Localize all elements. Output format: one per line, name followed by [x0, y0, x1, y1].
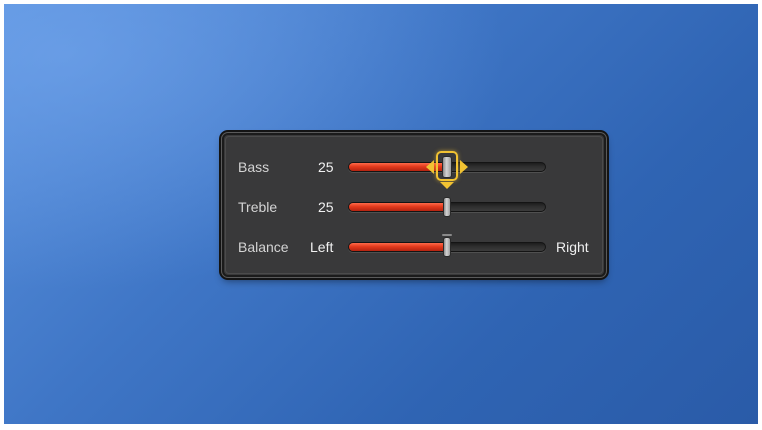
audio-settings-panel: Bass 25 Treble 25 Balance Left Right — [222, 133, 606, 277]
balance-center-tick — [442, 234, 452, 236]
treble-value: 25 — [318, 199, 334, 215]
balance-slider-thumb[interactable] — [443, 237, 451, 257]
bass-slider-thumb[interactable] — [442, 156, 452, 178]
treble-label: Treble — [238, 199, 278, 215]
balance-slider[interactable] — [348, 234, 546, 257]
treble-slider[interactable] — [348, 197, 546, 217]
balance-left-label: Left — [310, 239, 334, 255]
chevron-down-icon — [440, 182, 454, 189]
bass-row: Bass 25 — [224, 151, 604, 189]
bass-slider[interactable] — [348, 151, 546, 189]
treble-slider-thumb[interactable] — [443, 197, 451, 217]
decrease-arrow-icon[interactable] — [426, 160, 434, 174]
bass-label: Bass — [238, 159, 270, 175]
bass-value: 25 — [318, 159, 334, 175]
balance-label: Balance — [238, 239, 289, 255]
increase-arrow-icon[interactable] — [460, 160, 468, 174]
balance-slider-fill — [349, 243, 447, 251]
balance-right-label: Right — [556, 239, 589, 255]
desktop-background: Bass 25 Treble 25 Balance Left Right — [4, 4, 758, 424]
balance-row: Balance Left Right — [224, 234, 604, 259]
treble-slider-fill — [349, 203, 447, 211]
treble-row: Treble 25 — [224, 195, 604, 219]
